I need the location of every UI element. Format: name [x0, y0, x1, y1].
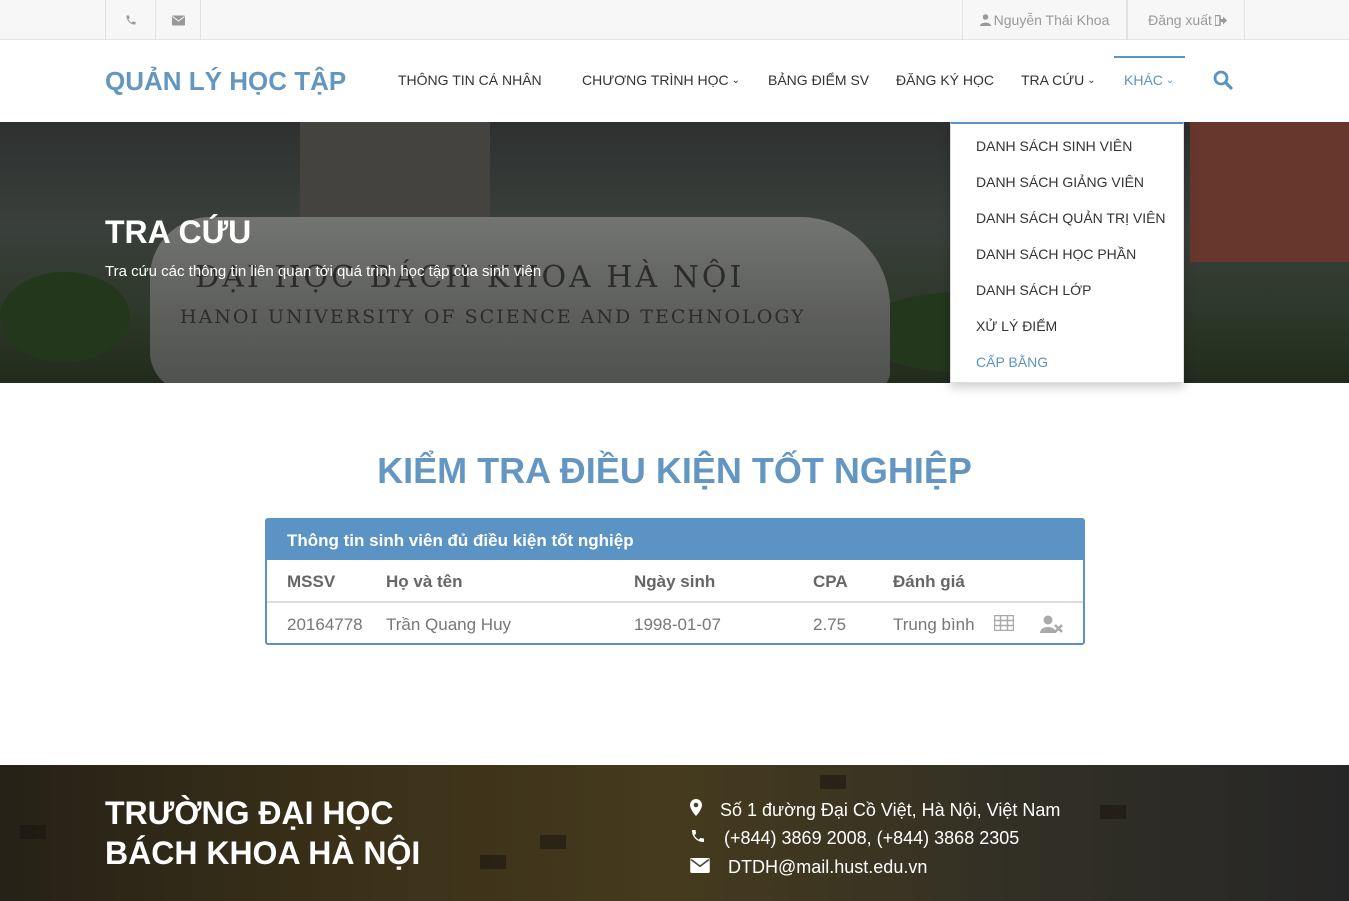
- hero-title: TRA CỨU: [105, 214, 252, 250]
- user-menu[interactable]: Nguyễn Thái Khoa: [962, 0, 1127, 40]
- footer-phone-text: (+844) 3869 2008, (+844) 3868 2305: [724, 828, 1020, 848]
- nav-chuong-trinh-hoc[interactable]: CHƯƠNG TRÌNH HỌC ⌄: [582, 72, 740, 88]
- envelope-icon: [171, 15, 185, 26]
- dropdown-item-danh-sach-quan-tri-vien[interactable]: DANH SÁCH QUẢN TRỊ VIÊN: [976, 210, 1166, 226]
- nav-label: THÔNG TIN CÁ NHÂN: [398, 72, 542, 88]
- nav-thong-tin-ca-nhan[interactable]: THÔNG TIN CÁ NHÂN: [398, 72, 542, 88]
- cell-dob: 1998-01-07: [634, 615, 721, 634]
- search-icon: [1213, 70, 1233, 94]
- nav-bang-diem-sv[interactable]: BẢNG ĐIỂM SV: [768, 72, 869, 88]
- phone-icon: [125, 14, 137, 26]
- map-marker-icon: [690, 799, 720, 821]
- nav-active-indicator: [1114, 56, 1185, 58]
- main-navbar: QUẢN LÝ HỌC TẬP THÔNG TIN CÁ NHÂN CHƯƠNG…: [0, 40, 1349, 122]
- graduation-panel: Thông tin sinh viên đủ điều kiện tốt ngh…: [265, 518, 1085, 645]
- hero-subtitle: Tra cứu các thông tin liên quan tới quá …: [105, 263, 542, 280]
- footer-email[interactable]: DTDH@mail.hust.edu.vn: [690, 857, 927, 878]
- dropdown-item-xu-ly-diem[interactable]: XỬ LÝ ĐIỂM: [976, 318, 1057, 334]
- cell-cpa: 2.75: [813, 615, 847, 634]
- table-icon: [993, 614, 1015, 635]
- user-icon: [979, 14, 991, 26]
- dropdown-item-danh-sach-sinh-vien[interactable]: DANH SÁCH SINH VIÊN: [976, 138, 1132, 154]
- user-name: Nguyễn Thái Khoa: [993, 12, 1110, 28]
- footer-email-text: DTDH@mail.hust.edu.vn: [728, 857, 928, 877]
- nav-label: KHÁC: [1124, 72, 1163, 88]
- footer-phone: (+844) 3869 2008, (+844) 3868 2305: [690, 828, 1019, 849]
- table-header-divider: [267, 601, 1083, 603]
- page-title: KIỂM TRA ĐIỀU KIỆN TỐT NGHIỆP: [377, 450, 972, 491]
- dropdown-item-cap-bang[interactable]: CẤP BẰNG: [976, 354, 1048, 370]
- nav-dang-ky-hoc[interactable]: ĐĂNG KÝ HỌC: [896, 72, 994, 88]
- chevron-down-icon: ⌄: [731, 74, 740, 86]
- nav-label: BẢNG ĐIỂM SV: [768, 72, 870, 88]
- column-header-cpa: CPA: [813, 572, 848, 591]
- chevron-down-icon: ⌄: [1165, 74, 1175, 86]
- site-footer: TRƯỜNG ĐẠI HỌC BÁCH KHOA HÀ NỘI Số 1 đườ…: [0, 765, 1349, 901]
- cell-name: Trần Quang Huy: [386, 615, 512, 634]
- column-header-mssv: MSSV: [287, 572, 336, 591]
- column-header-danh-gia: Đánh giá: [893, 572, 965, 591]
- logout-label: Đăng xuất: [1148, 12, 1212, 28]
- view-transcript-button[interactable]: [993, 614, 1015, 636]
- column-header-ngay-sinh: Ngày sinh: [634, 572, 716, 591]
- search-button[interactable]: [1213, 70, 1233, 95]
- user-times-icon: [1040, 615, 1064, 637]
- panel-heading: Thông tin sinh viên đủ điều kiện tốt ngh…: [267, 520, 1083, 560]
- footer-title-line2: BÁCH KHOA HÀ NỘI: [105, 835, 421, 871]
- site-brand[interactable]: QUẢN LÝ HỌC TẬP: [105, 66, 346, 97]
- cell-mssv: 20164778: [287, 615, 363, 634]
- nav-label: ĐĂNG KÝ HỌC: [896, 72, 995, 88]
- sign-out-icon: [1214, 14, 1227, 26]
- footer-address-text: Số 1 đường Đại Cồ Việt, Hà Nội, Việt Nam: [720, 799, 1061, 820]
- chevron-down-icon: ⌄: [1087, 74, 1096, 86]
- logout-button[interactable]: Đăng xuất: [1127, 0, 1245, 40]
- topbar-phone[interactable]: [105, 0, 155, 40]
- khac-dropdown-menu: DANH SÁCH SINH VIÊN DANH SÁCH GIẢNG VIÊN…: [950, 122, 1184, 383]
- footer-school-name: TRƯỜNG ĐẠI HỌC BÁCH KHOA HÀ NỘI: [105, 793, 420, 873]
- column-header-ho-va-ten: Họ và tên: [386, 572, 463, 591]
- envelope-icon: [690, 857, 728, 878]
- top-bar: Nguyễn Thái Khoa Đăng xuất: [0, 0, 1349, 40]
- nav-label: TRA CỨU: [1021, 72, 1085, 88]
- nav-khac[interactable]: KHÁC ⌄: [1124, 72, 1174, 88]
- nav-label: CHƯƠNG TRÌNH HỌC: [582, 72, 729, 88]
- remove-student-button[interactable]: [1040, 615, 1064, 638]
- cell-rating: Trung bình: [893, 615, 975, 634]
- footer-address: Số 1 đường Đại Cồ Việt, Hà Nội, Việt Nam: [690, 799, 1060, 821]
- nav-tra-cuu[interactable]: TRA CỨU ⌄: [1021, 72, 1096, 88]
- dropdown-item-danh-sach-lop[interactable]: DANH SÁCH LỚP: [976, 282, 1091, 298]
- dropdown-item-danh-sach-hoc-phan[interactable]: DANH SÁCH HỌC PHẦN: [976, 246, 1136, 262]
- phone-icon: [690, 828, 724, 849]
- footer-title-line1: TRƯỜNG ĐẠI HỌC: [105, 795, 394, 831]
- topbar-mail[interactable]: [155, 0, 201, 40]
- dropdown-item-danh-sach-giang-vien[interactable]: DANH SÁCH GIẢNG VIÊN: [976, 174, 1144, 190]
